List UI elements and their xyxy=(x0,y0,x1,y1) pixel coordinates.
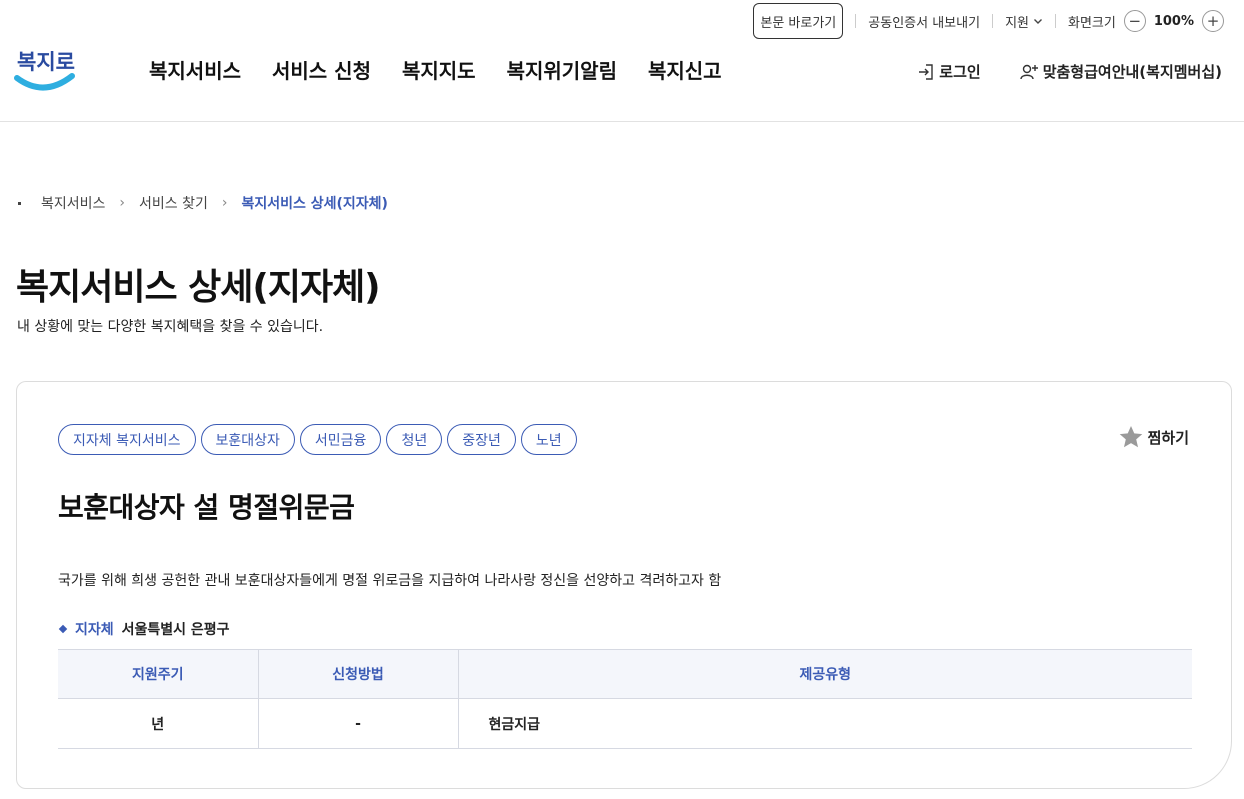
header-apply-method: 신청방법 xyxy=(257,649,458,699)
chevron-down-icon xyxy=(1033,19,1042,24)
organization-value: 서울특별시 은평구 xyxy=(121,622,230,638)
tag-middle-aged[interactable]: 중장년 xyxy=(447,424,516,455)
tag-microfinance[interactable]: 서민금융 xyxy=(299,424,382,455)
page-subtitle: 내 상황에 맞는 다양한 복지혜택을 찾을 수 있습니다. xyxy=(17,319,324,335)
table-row: 년 - 현금지급 xyxy=(58,698,1192,749)
divider xyxy=(1054,14,1056,28)
utility-bar: 본문 바로가기 공동인증서 내보내기 지원 화면크기 − 100% + xyxy=(753,3,1232,39)
skip-to-content-link[interactable]: 본문 바로가기 xyxy=(753,3,844,39)
header-actions: 로그인 맞춤형급여안내(복지멤버십) xyxy=(917,61,1222,82)
login-label: 로그인 xyxy=(939,63,981,81)
chevron-right-icon: › xyxy=(221,195,228,211)
organization-label: 지자체 xyxy=(75,622,114,638)
breadcrumb-item-service-search[interactable]: 서비스 찾기 xyxy=(139,193,208,213)
logo[interactable]: 복지로 xyxy=(14,38,76,94)
membership-button[interactable]: 맞춤형급여안내(복지멤버십) xyxy=(1019,61,1222,82)
screen-size-label: 화면크기 xyxy=(1067,15,1116,31)
breadcrumb-item-welfare-service[interactable]: 복지서비스 xyxy=(41,193,105,213)
logo-text: 복지로 xyxy=(17,50,75,74)
main-nav: 복지서비스 서비스 신청 복지지도 복지위기알림 복지신고 xyxy=(149,55,722,84)
chevron-right-icon: › xyxy=(119,195,126,211)
zoom-out-button[interactable]: − xyxy=(1123,10,1146,32)
login-button[interactable]: 로그인 xyxy=(917,61,981,82)
service-detail-card: 지자체 복지서비스 보훈대상자 서민금융 청년 중장년 노년 찜하기 보훈대상자… xyxy=(16,381,1232,789)
nav-welfare-report[interactable]: 복지신고 xyxy=(648,55,722,84)
cert-export-link[interactable]: 공동인증서 내보내기 xyxy=(868,12,980,31)
zoom-in-button[interactable]: + xyxy=(1202,10,1224,32)
table-header-row: 지원주기 신청방법 제공유형 xyxy=(58,649,1192,699)
service-info-table: 지원주기 신청방법 제공유형 년 - 현금지급 xyxy=(58,649,1192,749)
organization-info: 지자체 서울특별시 은평구 xyxy=(58,619,230,639)
cell-provision-type: 현금지급 xyxy=(457,698,1192,749)
tag-local-welfare[interactable]: 지자체 복지서비스 xyxy=(58,424,196,455)
favorite-button[interactable]: 찜하기 xyxy=(1118,424,1189,450)
breadcrumb: 복지서비스 › 서비스 찾기 › 복지서비스 상세(지자체) xyxy=(18,193,388,213)
service-title: 보훈대상자 설 명절위문금 xyxy=(58,491,355,524)
bokjiro-logo-icon: 복지로 xyxy=(14,50,75,91)
cell-support-cycle: 년 xyxy=(58,698,258,749)
nav-welfare-crisis-alert[interactable]: 복지위기알림 xyxy=(507,55,617,84)
home-bullet xyxy=(18,201,21,205)
diamond-bullet-icon xyxy=(58,624,68,634)
tag-elderly[interactable]: 노년 xyxy=(520,424,577,455)
tag-veterans[interactable]: 보훈대상자 xyxy=(200,424,295,455)
membership-label: 맞춤형급여안내(복지멤버십) xyxy=(1042,63,1222,81)
nav-welfare-service[interactable]: 복지서비스 xyxy=(149,55,241,84)
header-divider xyxy=(0,121,1244,122)
nav-service-apply[interactable]: 서비스 신청 xyxy=(272,55,371,84)
service-tags: 지자체 복지서비스 보훈대상자 서민금융 청년 중장년 노년 xyxy=(58,424,577,455)
zoom-level: 100% xyxy=(1153,13,1194,29)
nav-welfare-map[interactable]: 복지지도 xyxy=(402,55,476,84)
favorite-label: 찜하기 xyxy=(1147,428,1189,447)
breadcrumb-item-current: 복지서비스 상세(지자체) xyxy=(241,196,388,212)
star-icon xyxy=(1119,425,1142,448)
header-support-cycle: 지원주기 xyxy=(58,649,258,699)
page-title: 복지서비스 상세(지자체) xyxy=(16,267,381,308)
cell-apply-method: - xyxy=(257,698,458,749)
user-plus-icon xyxy=(1019,64,1038,79)
divider xyxy=(855,14,857,28)
divider xyxy=(992,14,994,28)
support-label: 지원 xyxy=(1005,15,1029,31)
tag-youth[interactable]: 청년 xyxy=(386,424,443,455)
login-icon xyxy=(919,63,933,80)
header-provision-type: 제공유형 xyxy=(457,649,1192,699)
service-description: 국가를 위해 희생 공헌한 관내 보훈대상자들에게 명절 위로금을 지급하여 나… xyxy=(58,573,722,589)
support-menu[interactable]: 지원 xyxy=(1005,12,1043,31)
